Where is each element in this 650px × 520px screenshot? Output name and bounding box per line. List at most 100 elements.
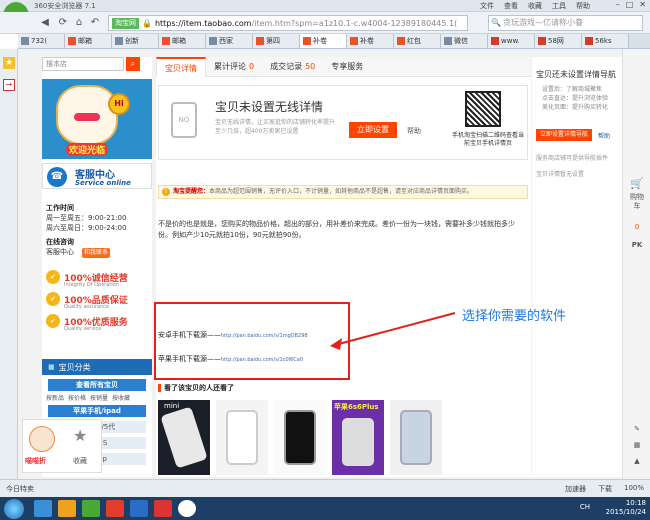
tab[interactable]: 红包 — [394, 34, 441, 48]
tab[interactable]: 732( — [18, 34, 65, 48]
tab[interactable]: 58网 — [535, 34, 582, 48]
item-detail: 宝贝详情 累计评论 0 成交记录 50 专享服务 NO 宝贝未设置无线详情 宝贝无线… — [154, 57, 531, 477]
site-56-icon — [491, 37, 499, 45]
sort-price[interactable]: 按价格 — [68, 393, 86, 403]
shop-search-input[interactable]: 搜本店 — [42, 57, 124, 71]
download-button[interactable]: 下载 — [598, 484, 612, 494]
set-nav-button[interactable]: 立即设置详情导航 — [536, 129, 592, 141]
apple-url[interactable]: http://pan.baidu.com/s/1c0I6Ca0 — [221, 357, 303, 363]
tab[interactable]: 第四 — [253, 34, 300, 48]
taskbar-app-icon[interactable] — [130, 500, 148, 517]
sort-favorites[interactable]: 按收藏 — [112, 393, 130, 403]
cart-count: 0 — [634, 223, 640, 231]
nav-help-link[interactable]: 帮助 — [598, 131, 610, 140]
tab[interactable]: 西家 — [206, 34, 253, 48]
start-button-icon[interactable] — [4, 499, 24, 519]
taskbar-app-icon[interactable] — [106, 500, 124, 517]
tab[interactable]: 补卷 — [347, 34, 394, 48]
cart-label[interactable]: 购物车 — [627, 193, 647, 211]
taobao-notice: 淘宝提醒您：本商品为超范围销售，无评价入口，不计销量，如其他商品不是超售，请至对… — [158, 185, 528, 199]
menu-help[interactable]: 帮助 — [576, 1, 590, 11]
zoom-level[interactable]: 100% — [624, 484, 644, 494]
tab-services[interactable]: 专享服务 — [323, 57, 371, 77]
product-thumb[interactable] — [216, 400, 268, 475]
android-download: 安卓手机下载源——http://pan.baidu.com/s/1mgDB298 — [158, 331, 308, 339]
tab[interactable]: 微信 — [441, 34, 488, 48]
sort-sales[interactable]: 按销量 — [90, 393, 108, 403]
tab-detail[interactable]: 宝贝详情 — [156, 57, 206, 77]
edit-icon[interactable]: ✎ — [627, 425, 647, 434]
search-icon[interactable]: ⌕ — [126, 57, 140, 71]
tab[interactable]: 创新 — [112, 34, 159, 48]
badge-quality: ✔ 100%品质保证 Quality assurance — [46, 291, 150, 310]
taskbar-app-icon[interactable] — [58, 500, 76, 517]
thumbs-up-icon: ✔ — [46, 270, 60, 284]
nav-note: 服务商店铺可提供导航插件 — [536, 155, 609, 162]
pk-button[interactable]: PK — [627, 241, 647, 250]
category-apple[interactable]: 苹果手机/ipad — [48, 405, 146, 417]
nav-note: 宝贝详情暂无设置 — [536, 171, 585, 178]
favorite-label[interactable]: 收藏 — [73, 456, 87, 466]
sort-new[interactable]: 按新品 — [46, 393, 64, 403]
maximize-icon[interactable]: □ — [626, 0, 634, 9]
taskbar-app-icon[interactable] — [82, 500, 100, 517]
cart-icon[interactable]: 🛒 — [627, 178, 647, 189]
taskbar-app-icon[interactable] — [178, 500, 196, 517]
tab[interactable]: 56ks — [582, 34, 629, 48]
input-language[interactable]: CH — [580, 503, 590, 511]
scroll-top-icon[interactable]: ▲ — [627, 457, 647, 466]
qr-caption: 手机淘宝扫描二维码查看当前宝贝手机详情页 — [451, 132, 524, 147]
detail-nav-panel: 宝贝还未设置详情导航 设置后：了解商城聚焦 点击直达：提升浏览体验 美化页面：提… — [532, 57, 622, 477]
set-now-button[interactable]: 立即设置 — [349, 122, 397, 138]
site-56-icon — [538, 37, 546, 45]
tab[interactable]: 邮箱 — [65, 34, 112, 48]
help-link[interactable]: 帮助 — [407, 126, 421, 136]
menu-file[interactable]: 文件 — [480, 1, 494, 11]
favorites-star-icon[interactable]: ★ — [3, 57, 15, 69]
widget-name[interactable]: 喵喵折 — [25, 456, 46, 466]
close-icon[interactable]: ✕ — [639, 0, 646, 9]
home-icon[interactable]: ⌂ — [72, 16, 86, 30]
tab-bar: 732( 邮箱 创新 邮箱 西家 第四 补卷 补卷 红包 微信 www. 58网… — [18, 34, 650, 49]
minimize-icon[interactable]: – — [616, 0, 620, 9]
browser-search-input[interactable]: 贪玩游戏—亿请称小眷 — [488, 15, 643, 31]
menu-tools[interactable]: 工具 — [552, 1, 566, 11]
refresh-icon[interactable]: ⟳ — [56, 16, 70, 30]
product-thumb[interactable] — [390, 400, 442, 475]
accelerator-button[interactable]: 加速器 — [565, 484, 586, 494]
clock[interactable]: 10:18 2015/10/24 — [606, 499, 646, 517]
product-thumb[interactable] — [274, 400, 326, 475]
tab-reviews[interactable]: 累计评论 0 — [206, 57, 262, 77]
thumbs-up-icon: ✔ — [46, 292, 60, 306]
status-bar: 今日特卖 加速器 下载 100% — [0, 479, 650, 497]
taskbar-app-icon[interactable] — [34, 500, 52, 517]
status-left[interactable]: 今日特卖 — [6, 484, 34, 494]
taskbar-app-icon[interactable] — [154, 500, 172, 517]
tab-transactions[interactable]: 成交记录 50 — [262, 57, 323, 77]
shop-sidebar: 搜本店 ⌕ Hi 欢迎光临 ☎ 客服中心 Service online 工作时间… — [42, 57, 152, 477]
tab[interactable]: 邮箱 — [159, 34, 206, 48]
star-icon[interactable]: ★ — [73, 426, 87, 445]
tab[interactable]: www. — [488, 34, 535, 48]
undo-icon[interactable]: ↶ — [88, 16, 102, 30]
category-all[interactable]: 查看所有宝贝 — [48, 379, 146, 391]
android-url[interactable]: http://pan.baidu.com/s/1mgDB298 — [221, 333, 308, 339]
back-icon[interactable]: ◀ — [38, 16, 52, 30]
address-bar[interactable]: 淘宝网 🔒 https://item.taobao.com /item.htm?… — [108, 15, 468, 31]
tab-active[interactable]: 补卷 — [300, 34, 347, 48]
redirect-icon[interactable]: → — [3, 79, 15, 91]
product-thumb[interactable]: 苹果6s6Plus — [332, 400, 384, 475]
cat-mascot-icon[interactable] — [29, 426, 55, 452]
menu-favorites[interactable]: 收藏 — [528, 1, 542, 11]
detail-tabs: 宝贝详情 累计评论 0 成交记录 50 专享服务 — [156, 57, 531, 77]
taobao-icon — [256, 37, 264, 45]
contact-button[interactable]: 和我联系 — [82, 248, 111, 258]
phone-icon: NO — [171, 102, 197, 138]
service-center: ☎ 客服中心 Service online — [42, 163, 152, 189]
phone-image — [400, 410, 432, 465]
product-thumb[interactable]: mini — [158, 400, 210, 475]
nav-panel-list: 设置后：了解商城聚焦 点击直达：提升浏览体验 美化页面：提升购买转化 — [542, 86, 609, 111]
grid-icon[interactable]: ▦ — [627, 441, 647, 450]
menu-view[interactable]: 查看 — [504, 1, 518, 11]
status-right: 加速器 下载 100% — [565, 484, 644, 494]
